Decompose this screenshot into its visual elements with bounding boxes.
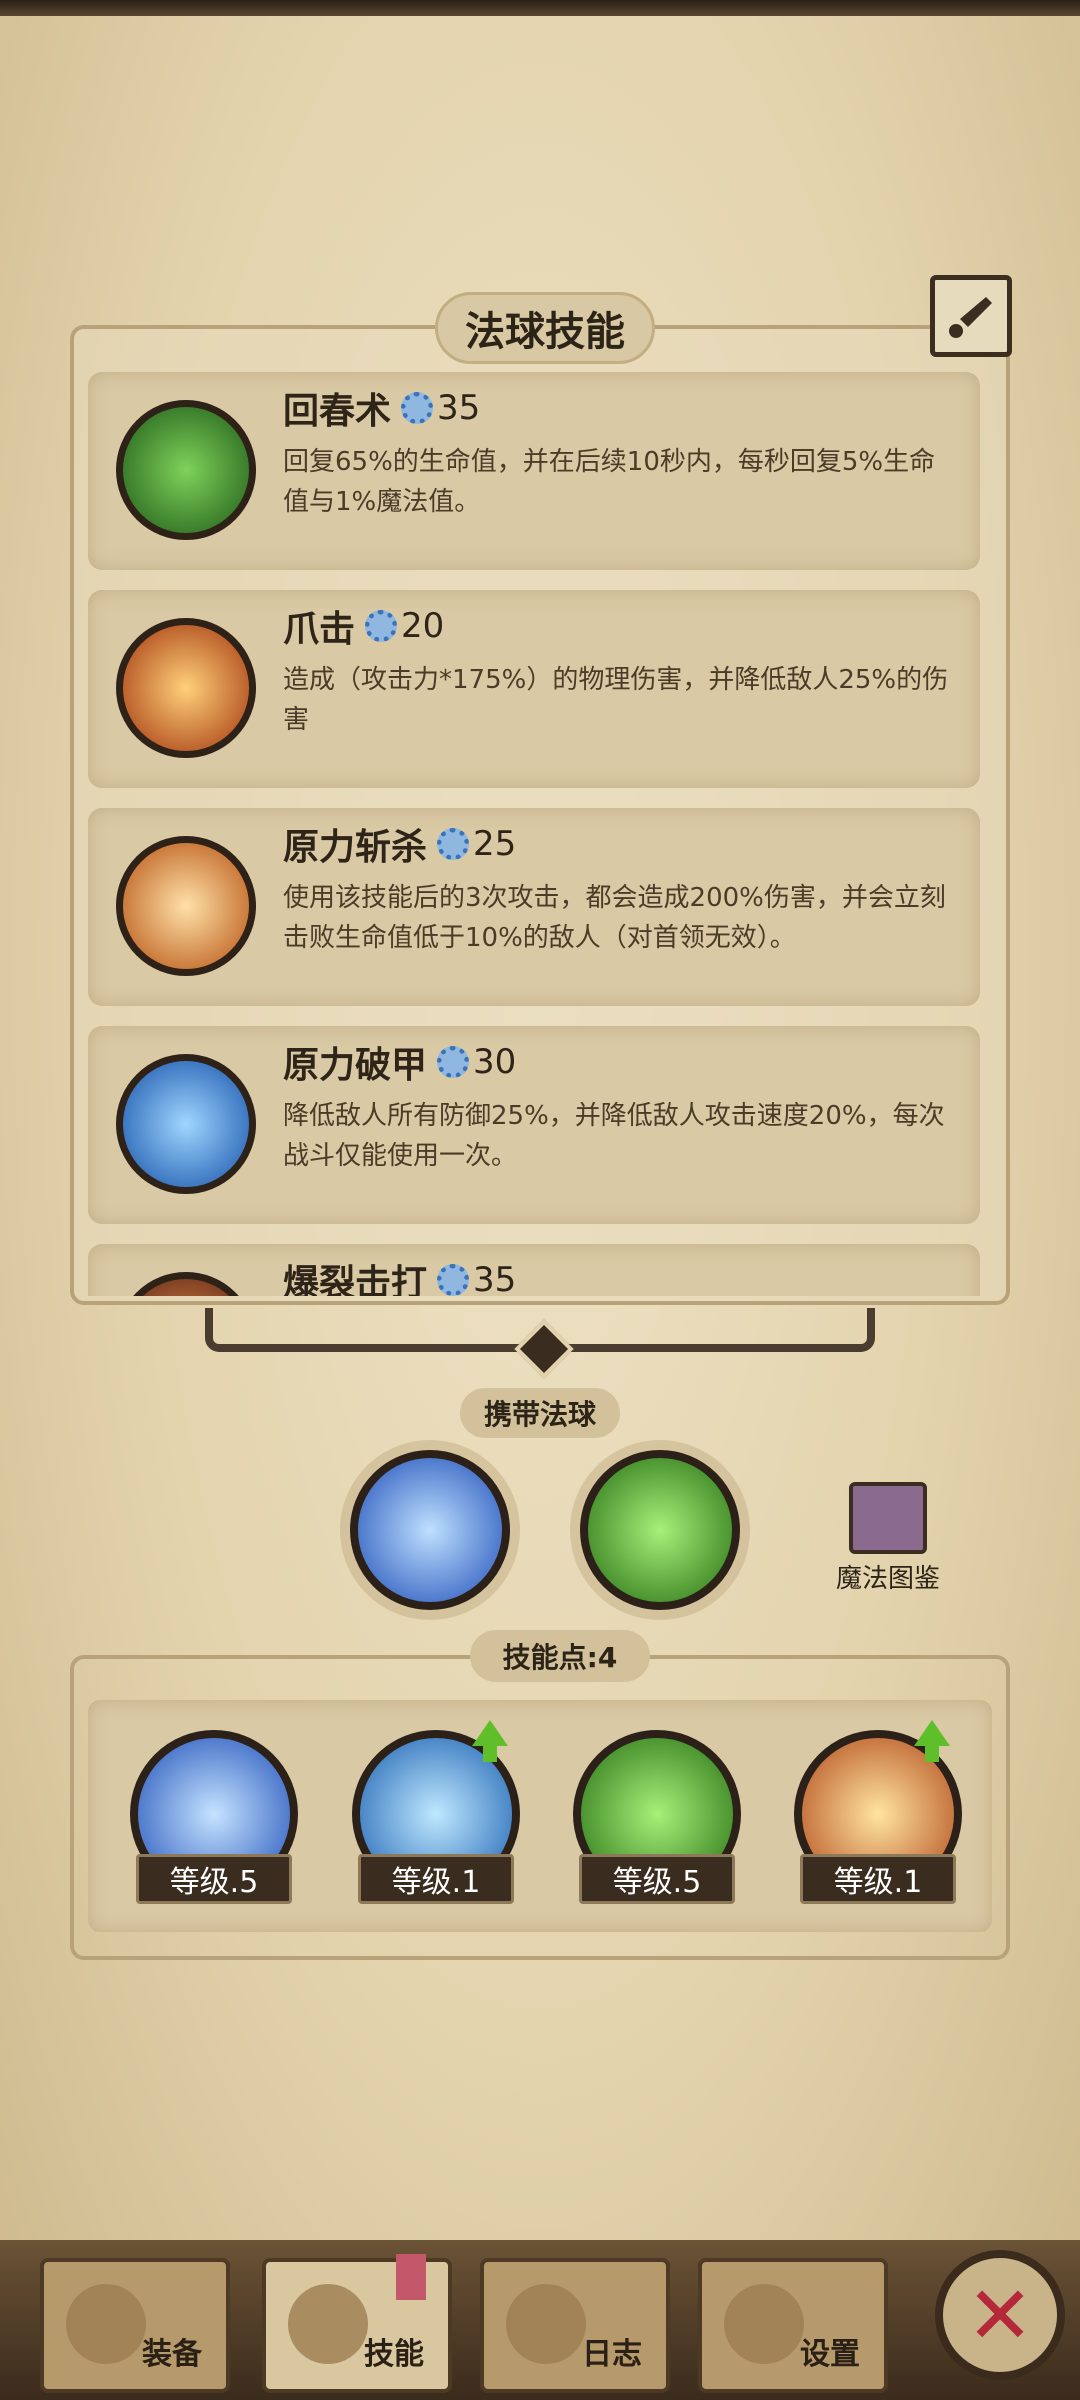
mana-gear-icon	[437, 828, 470, 860]
tab-label: 装备	[142, 2337, 202, 2372]
skill-points-label: 技能点:4	[470, 1630, 650, 1682]
level-badge: 等级.1	[800, 1854, 956, 1904]
skill-name: 原力破甲 30	[283, 1042, 517, 1086]
tab-label: 技能	[364, 2337, 424, 2372]
skill-card[interactable]: 爆裂击打 35	[88, 1244, 980, 1296]
orb-level-slot[interactable]: 等级.5	[130, 1730, 298, 1904]
orb-level-slot[interactable]: 等级.1	[794, 1720, 962, 1904]
mana-gear-icon	[437, 1264, 470, 1296]
level-badge: 等级.5	[136, 1854, 292, 1904]
rejuvenation-icon	[116, 400, 256, 540]
burst-strike-icon	[116, 1272, 256, 1296]
brush-icon	[949, 297, 992, 338]
nature-orb-icon[interactable]	[580, 1450, 740, 1610]
tab-label: 日志	[582, 2337, 642, 2372]
gear-icon	[724, 2284, 804, 2364]
ice-crystal-orb-icon[interactable]	[350, 1450, 510, 1610]
tab-label: 设置	[800, 2337, 860, 2372]
tab-skills[interactable]: 技能	[262, 2254, 452, 2393]
tab-log[interactable]: 日志	[480, 2258, 670, 2393]
carry-orbs-label: 携带法球	[460, 1388, 620, 1438]
level-badge: 等级.1	[358, 1854, 514, 1904]
panel-title: 法球技能	[435, 292, 655, 364]
magic-codex-button[interactable]: 魔法图鉴	[833, 1482, 943, 1594]
skill-description: 使用该技能后的3次攻击，都会造成200%伤害，并会立刻击败生命值低于10%的敌人…	[283, 883, 946, 953]
close-icon: ✕	[966, 2268, 1034, 2362]
orb-level-slot[interactable]: 等级.1	[352, 1720, 520, 1904]
skill-emblem-icon	[288, 2284, 368, 2364]
skill-card[interactable]: 原力破甲 30 降低敌人所有防御25%，并降低敌人攻击速度20%，每次战斗仅能使用…	[88, 1026, 980, 1224]
skill-name: 爆裂击打 35	[283, 1260, 517, 1296]
skill-list[interactable]: 回春术 35 回复65%的生命值，并在后续10秒内，每秒回复5%生命值与1%魔法值…	[88, 372, 980, 1296]
skill-name: 回春术 35	[283, 388, 481, 432]
upgrade-arrow-icon	[472, 1720, 508, 1762]
tab-settings[interactable]: 设置	[698, 2258, 888, 2393]
skill-description: 回复65%的生命值，并在后续10秒内，每秒回复5%生命值与1%魔法值。	[283, 447, 936, 517]
edit-button[interactable]	[930, 275, 1012, 357]
scroll-icon	[506, 2284, 586, 2364]
skill-description: 降低敌人所有防御25%，并降低敌人攻击速度20%，每次战斗仅能使用一次。	[283, 1101, 945, 1171]
axe-icon	[66, 2284, 146, 2364]
skill-card[interactable]: 原力斩杀 25 使用该技能后的3次攻击，都会造成200%伤害，并会立刻击败生命值低…	[88, 808, 980, 1006]
orb-level-slot[interactable]: 等级.5	[573, 1730, 741, 1904]
upgrade-arrow-icon	[914, 1720, 950, 1762]
skill-card[interactable]: 爪击 20 造成（攻击力*175%）的物理伤害，并降低敌人25%的伤害	[88, 590, 980, 788]
tab-equipment[interactable]: 装备	[40, 2258, 230, 2393]
level-badge: 等级.5	[579, 1854, 735, 1904]
force-execute-icon	[116, 836, 256, 976]
bookmark-icon	[396, 2254, 426, 2300]
close-button[interactable]: ✕	[935, 2250, 1065, 2380]
mana-gear-icon	[437, 1046, 470, 1078]
skill-description: 造成（攻击力*175%）的物理伤害，并降低敌人25%的伤害	[283, 665, 949, 735]
codex-book-icon	[849, 1482, 927, 1554]
codex-label: 魔法图鉴	[835, 1564, 940, 1594]
skill-name: 原力斩杀 25	[283, 824, 517, 868]
mana-gear-icon	[401, 392, 434, 424]
skill-name: 爪击 20	[283, 606, 445, 650]
mana-gear-icon	[365, 610, 398, 642]
claw-strike-icon	[116, 618, 256, 758]
top-border	[0, 0, 1080, 16]
force-armor-break-icon	[116, 1054, 256, 1194]
skill-card[interactable]: 回春术 35 回复65%的生命值，并在后续10秒内，每秒回复5%生命值与1%魔法值…	[88, 372, 980, 570]
